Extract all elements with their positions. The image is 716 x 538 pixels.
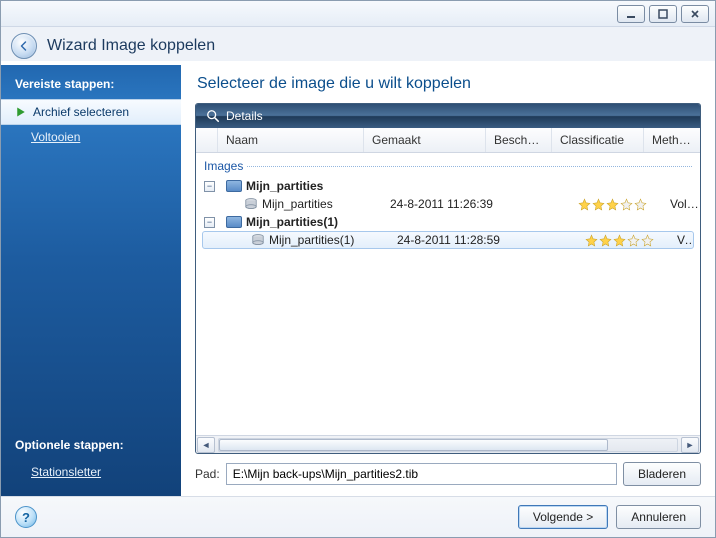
item-created: 24-8-2011 11:26:39 xyxy=(390,197,512,211)
col-classification[interactable]: Classificatie xyxy=(552,128,644,152)
wizard-window: Wizard Image koppelen Vereiste stappen: … xyxy=(0,0,716,538)
help-button[interactable]: ? xyxy=(15,506,37,528)
scroll-left-button[interactable]: ◄ xyxy=(197,437,215,453)
tree-item-selected[interactable]: Mijn_partities(1) 24-8-2011 11:28:59 Vol… xyxy=(202,231,694,249)
scroll-thumb[interactable] xyxy=(219,439,608,451)
item-name: Mijn_partities(1) xyxy=(269,233,354,247)
group-name: Mijn_partities(1) xyxy=(246,215,338,229)
browse-button[interactable]: Bladeren xyxy=(623,462,701,486)
item-rating xyxy=(578,198,670,211)
col-created[interactable]: Gemaakt xyxy=(364,128,486,152)
tree-group[interactable]: − Mijn_partities xyxy=(196,177,700,195)
scroll-track[interactable] xyxy=(218,438,678,452)
step-label: Stationsletter xyxy=(31,465,101,479)
col-description[interactable]: Beschri... xyxy=(486,128,552,152)
col-icon[interactable] xyxy=(196,128,218,152)
wizard-title: Wizard Image koppelen xyxy=(47,37,215,55)
close-button[interactable] xyxy=(681,5,709,23)
path-input[interactable] xyxy=(226,463,617,485)
disk-icon xyxy=(251,233,265,247)
step-drive-letter[interactable]: Stationsletter xyxy=(1,460,181,484)
col-name[interactable]: Naam xyxy=(218,128,364,152)
item-name: Mijn_partities xyxy=(262,197,333,211)
step-finish[interactable]: Voltooien xyxy=(1,125,181,149)
magnifier-icon xyxy=(206,109,220,123)
main-panel: Selecteer de image die u wilt koppelen D… xyxy=(181,65,715,496)
sidebar: Vereiste stappen: Archief selecteren Vol… xyxy=(1,65,181,496)
back-button[interactable] xyxy=(11,33,37,59)
titlebar xyxy=(1,1,715,27)
minimize-button[interactable] xyxy=(617,5,645,23)
image-tree[interactable]: Images − Mijn_partities xyxy=(196,153,700,435)
next-button[interactable]: Volgende > xyxy=(518,505,608,529)
section-label-text: Images xyxy=(204,159,243,173)
section-divider xyxy=(247,166,692,167)
collapse-icon[interactable]: − xyxy=(204,181,215,192)
cancel-button[interactable]: Annuleren xyxy=(616,505,701,529)
path-row: Pad: Bladeren xyxy=(195,462,701,486)
path-label: Pad: xyxy=(195,467,220,481)
item-method: Volledige back-u xyxy=(677,233,693,247)
page-title: Selecteer de image die u wilt koppelen xyxy=(197,75,701,93)
tree-item[interactable]: Mijn_partities 24-8-2011 11:26:39 Volled… xyxy=(196,195,700,213)
item-created: 24-8-2011 11:28:59 xyxy=(397,233,519,247)
disk-icon xyxy=(244,197,258,211)
current-step-arrow-icon xyxy=(15,106,27,118)
details-toolbar: Details xyxy=(196,104,700,128)
step-label: Voltooien xyxy=(31,130,80,144)
images-section: Images xyxy=(196,155,700,177)
wizard-header: Wizard Image koppelen xyxy=(1,27,715,65)
details-label: Details xyxy=(226,109,263,123)
step-archive-select[interactable]: Archief selecteren xyxy=(1,99,181,125)
column-headers: Naam Gemaakt Beschri... Classificatie Me… xyxy=(196,128,700,153)
archive-group-icon xyxy=(226,180,242,192)
col-method[interactable]: Methode xyxy=(644,128,700,152)
archive-group-icon xyxy=(226,216,242,228)
details-panel: Details Naam Gemaakt Beschri... Classifi… xyxy=(195,103,701,454)
item-rating xyxy=(585,234,677,247)
collapse-icon[interactable]: − xyxy=(204,217,215,228)
step-label: Archief selecteren xyxy=(33,105,129,119)
wizard-body: Vereiste stappen: Archief selecteren Vol… xyxy=(1,65,715,496)
horizontal-scrollbar[interactable]: ◄ ► xyxy=(196,435,700,453)
group-name: Mijn_partities xyxy=(246,179,323,193)
item-method: Volledige back-u xyxy=(670,197,700,211)
maximize-button[interactable] xyxy=(649,5,677,23)
scroll-right-button[interactable]: ► xyxy=(681,437,699,453)
footer: ? Volgende > Annuleren xyxy=(1,496,715,537)
tree-group[interactable]: − Mijn_partities(1) xyxy=(196,213,700,231)
optional-steps-heading: Optionele stappen: xyxy=(1,434,181,460)
required-steps-heading: Vereiste stappen: xyxy=(1,73,181,99)
